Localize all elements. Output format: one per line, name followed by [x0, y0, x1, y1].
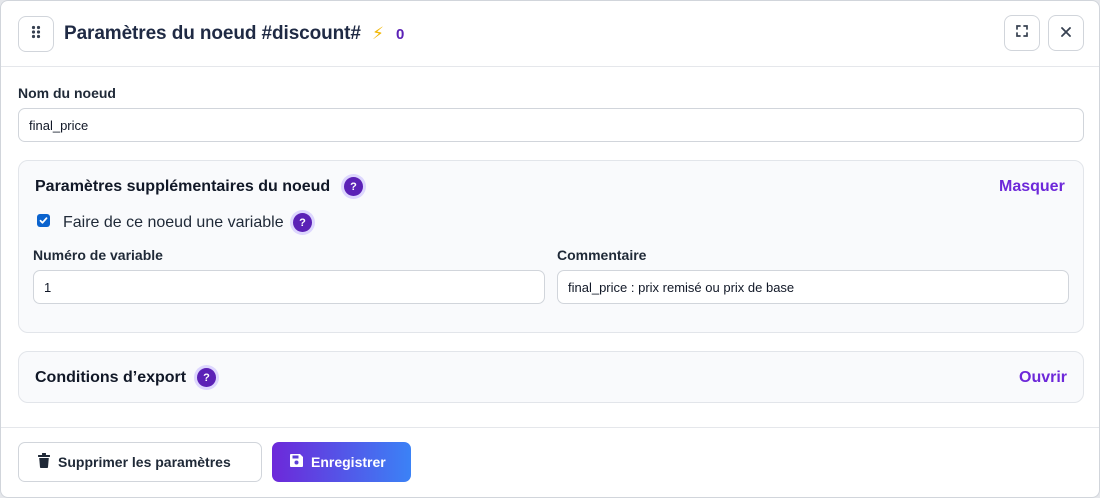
comment-input[interactable] [557, 270, 1069, 304]
close-icon [1061, 24, 1071, 42]
make-variable-label: Faire de ce noeud une variable [63, 214, 284, 231]
make-variable-checkbox[interactable] [37, 214, 50, 227]
help-icon[interactable]: ? [344, 177, 363, 196]
drag-handle-icon [30, 25, 42, 44]
variable-number-input[interactable] [33, 270, 545, 304]
variable-number-label: Numéro de variable [33, 247, 163, 263]
open-export-conditions-link[interactable]: Ouvrir [1019, 369, 1067, 387]
help-icon[interactable]: ? [197, 368, 216, 387]
node-settings-modal: Paramètres du noeud #discount# ⚡ 0 Nom d… [0, 0, 1100, 498]
help-icon[interactable]: ? [293, 213, 312, 232]
comment-label: Commentaire [557, 247, 647, 263]
export-conditions-title: Conditions d’export [35, 369, 187, 386]
save-button[interactable]: Enregistrer [272, 442, 411, 482]
drag-handle-button[interactable] [18, 16, 54, 52]
extra-params-title: Paramètres supplémentaires du noeud [35, 178, 331, 195]
check-icon [39, 217, 48, 224]
trash-icon [38, 453, 50, 471]
save-icon [290, 454, 303, 470]
modal-title: Paramètres du noeud #discount# [64, 23, 361, 44]
node-name-input[interactable] [18, 108, 1084, 142]
usage-count: 0 [396, 26, 405, 43]
bolt-icon: ⚡ [372, 24, 384, 43]
node-name-label: Nom du noeud [18, 85, 116, 101]
delete-params-button[interactable]: Supprimer les paramètres [18, 442, 262, 482]
close-button[interactable] [1048, 15, 1084, 51]
save-label: Enregistrer [311, 454, 386, 470]
modal-header: Paramètres du noeud #discount# ⚡ 0 [1, 1, 1099, 67]
delete-params-label: Supprimer les paramètres [58, 454, 231, 470]
expand-button[interactable] [1004, 15, 1040, 51]
hide-extra-params-link[interactable]: Masquer [999, 178, 1065, 196]
expand-icon [1016, 24, 1028, 42]
